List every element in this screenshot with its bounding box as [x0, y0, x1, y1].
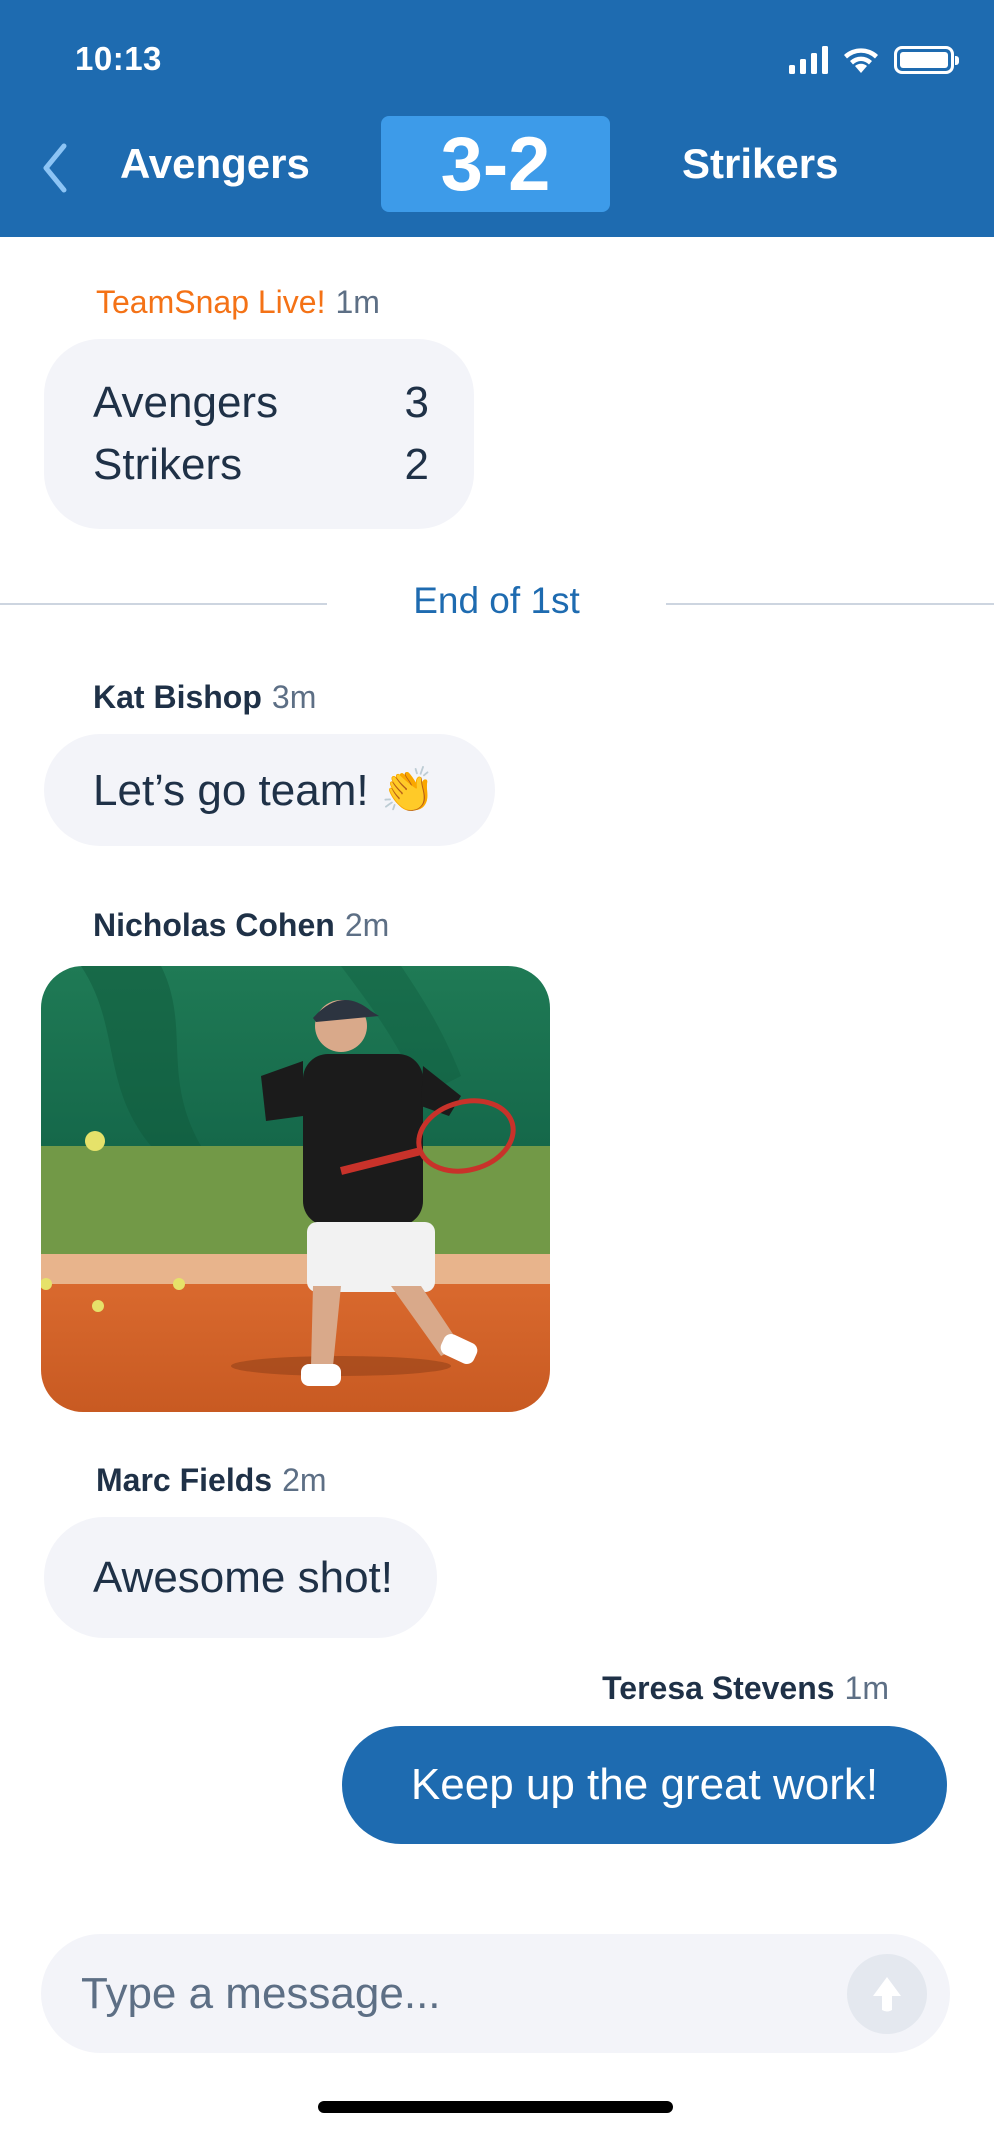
message-photo[interactable]: [41, 966, 550, 1412]
own-message-bubble[interactable]: Keep up the great work!: [342, 1726, 947, 1844]
score-display: 3-2: [381, 116, 610, 212]
sender-name: Nicholas Cohen: [93, 907, 335, 943]
message-sender-header: Teresa Stevens 1m: [602, 1670, 889, 1707]
home-indicator: [318, 2101, 673, 2113]
message-time: 1m: [844, 1670, 889, 1706]
message-sender-header: TeamSnap Live! 1m: [96, 284, 380, 321]
score-value: 2: [404, 440, 429, 489]
nav-header: 10:13 Avengers 3-2 Strikers: [0, 0, 994, 237]
status-icons: [789, 42, 959, 78]
score-team: Strikers: [93, 440, 243, 489]
period-divider: End of 1st: [0, 580, 994, 626]
home-team-name: Avengers: [120, 140, 310, 187]
score-row: Strikers 2: [93, 434, 429, 496]
sender-name: Teresa Stevens: [602, 1670, 835, 1706]
away-team-name: Strikers: [682, 140, 839, 187]
score-value: 3: [404, 378, 429, 427]
status-time: 10:13: [75, 40, 162, 77]
message-time: 3m: [271, 679, 317, 715]
score-row: Avengers 3: [93, 372, 429, 434]
sender-name: TeamSnap Live!: [96, 284, 326, 320]
send-button[interactable]: [847, 1954, 927, 2034]
divider-line: [0, 603, 327, 605]
score-team: Avengers: [93, 378, 279, 427]
sender-name: Kat Bishop: [93, 679, 262, 715]
message-time: 2m: [282, 1462, 327, 1498]
message-time: 2m: [344, 907, 390, 943]
chevron-left-icon: [43, 143, 67, 193]
message-composer: [41, 1934, 950, 2053]
wifi-icon: [844, 48, 878, 73]
message-sender-header: Marc Fields 2m: [96, 1462, 327, 1499]
message-sender-header: Kat Bishop 3m: [93, 679, 316, 716]
period-label: End of 1st: [413, 580, 580, 621]
message-bubble[interactable]: Let’s go team! 👏: [44, 734, 495, 846]
sender-name: Marc Fields: [96, 1462, 273, 1498]
back-button[interactable]: [30, 138, 80, 198]
message-time: 1m: [335, 284, 380, 320]
arrow-up-icon: [873, 1977, 901, 2012]
score-update-bubble: Avengers 3 Strikers 2: [44, 339, 474, 529]
message-input[interactable]: [81, 1934, 841, 2053]
cellular-signal-icon: [789, 46, 828, 74]
message-sender-header: Nicholas Cohen 2m: [93, 907, 389, 944]
divider-line: [666, 603, 994, 605]
battery-icon: [894, 46, 959, 74]
message-bubble[interactable]: Awesome shot!: [44, 1517, 437, 1638]
